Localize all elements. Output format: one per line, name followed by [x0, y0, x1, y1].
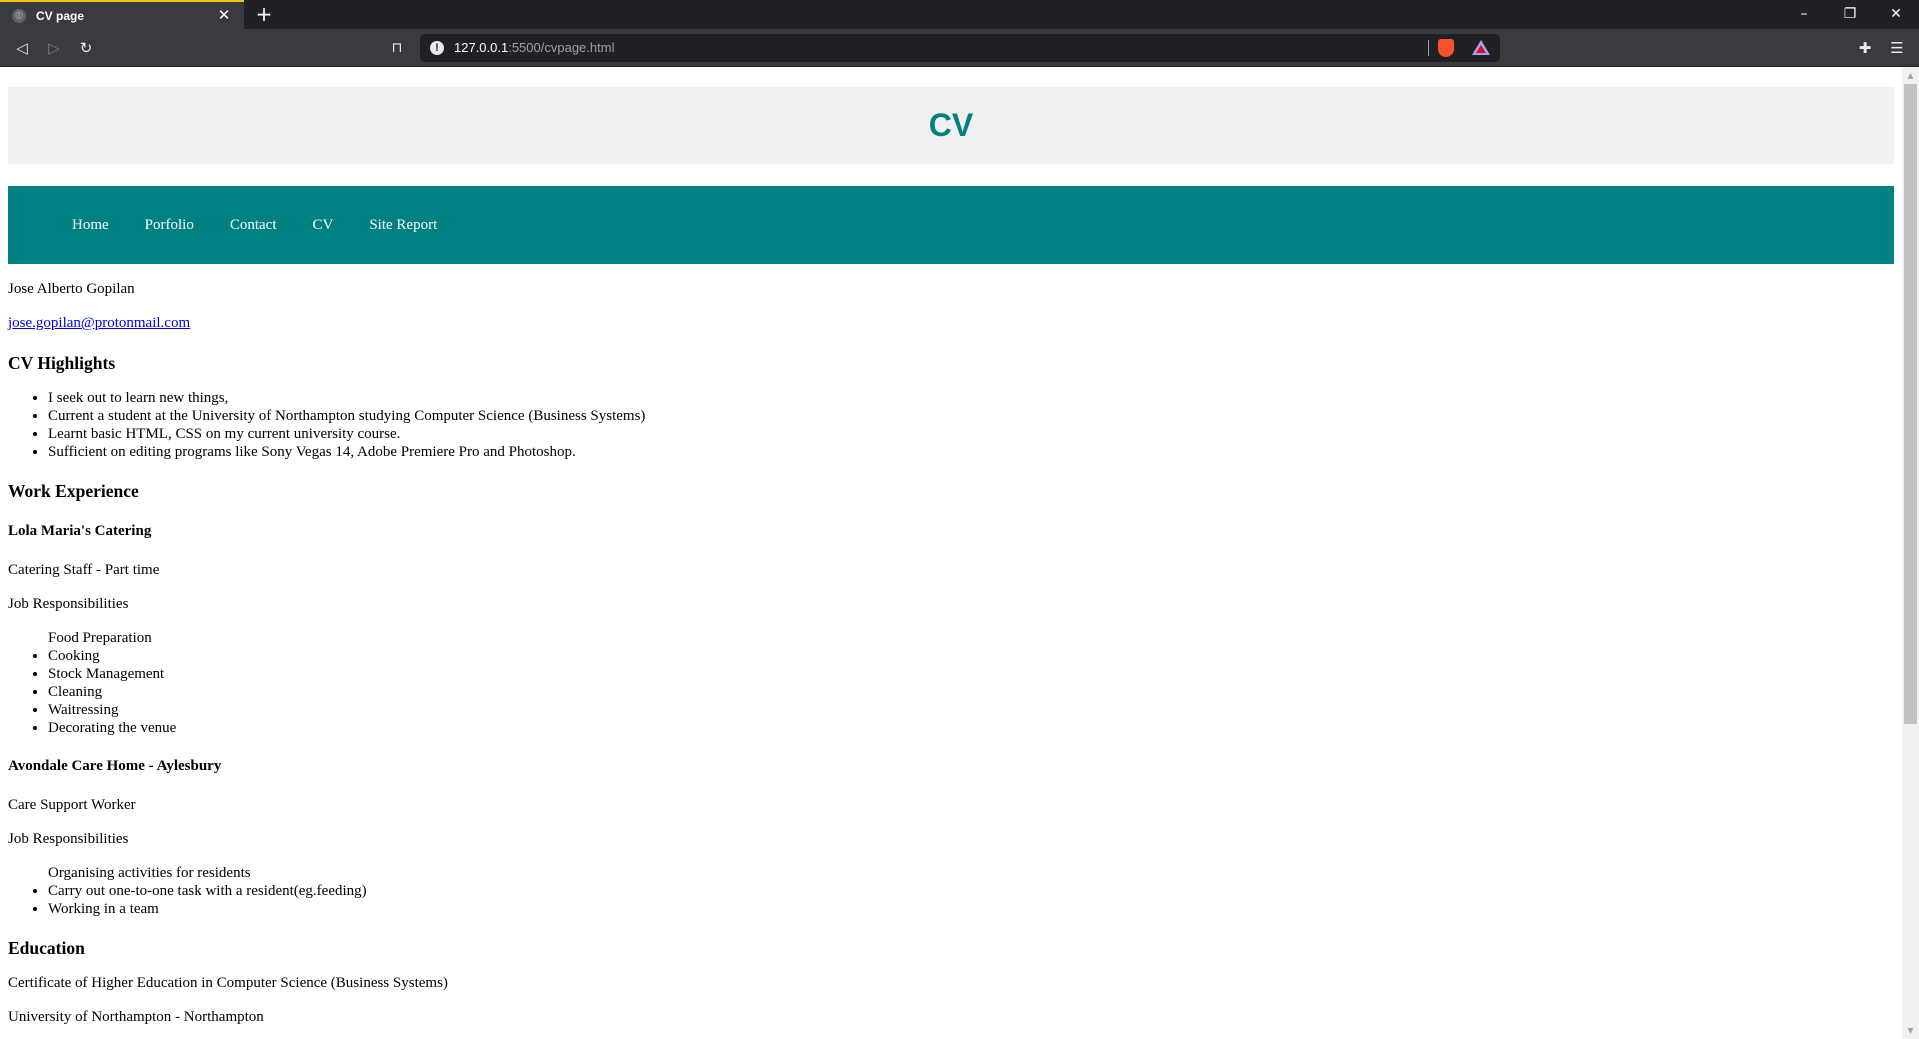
list-item: Cleaning — [48, 683, 1894, 701]
nav-link-portfolio[interactable]: Porfolio — [127, 217, 212, 234]
list-item: Sufficient on editing programs like Sony… — [48, 443, 1894, 461]
page-viewport: CV Home Porfolio Contact CV Site Report … — [0, 67, 1902, 1039]
nav-link-contact[interactable]: Contact — [212, 217, 295, 234]
list-item: Current a student at the University of N… — [48, 407, 1894, 425]
education-institution: University of Northampton - Northampton — [8, 1009, 264, 1025]
brave-rewards-icon[interactable] — [1472, 40, 1490, 55]
extensions-icon[interactable]: ✚ — [1852, 35, 1878, 61]
list-item: Waitressing — [48, 701, 1894, 719]
restore-button[interactable]: ❐ — [1827, 0, 1873, 29]
list-item: Organising activities for residents — [48, 865, 251, 881]
close-tab-icon[interactable]: ✕ — [214, 6, 234, 26]
address-bar[interactable]: ! 127.0.0.1:5500/cvpage.html — [420, 34, 1500, 62]
job-responsibilities-label: Job Responsibilities — [8, 596, 129, 612]
close-window-button[interactable]: ✕ — [1873, 0, 1919, 29]
list-item: Decorating the venue — [48, 719, 1894, 737]
scroll-up-icon[interactable]: ▲ — [1902, 67, 1919, 84]
nav-link-cv[interactable]: CV — [295, 217, 352, 234]
new-tab-button[interactable]: + — [252, 2, 276, 26]
cv-page: CV Home Porfolio Contact CV Site Report … — [0, 87, 1902, 1027]
nav-link-home[interactable]: Home — [54, 217, 127, 234]
highlights-heading: CV Highlights — [8, 353, 116, 373]
education-qualification: Certificate of Higher Education in Compu… — [8, 975, 448, 991]
page-scrollbar[interactable]: ▲ ▼ — [1902, 67, 1919, 1039]
address-divider — [1428, 40, 1429, 56]
nav-link-site-report[interactable]: Site Report — [351, 217, 455, 234]
work-experience-heading: Work Experience — [8, 481, 139, 501]
bookmark-icon[interactable]: ⊓ — [386, 35, 408, 61]
page-title: CV — [928, 107, 974, 143]
job-employer: Avondale Care Home - Aylesbury — [8, 758, 222, 774]
brave-shields-icon[interactable] — [1438, 39, 1454, 57]
scroll-down-icon[interactable]: ▼ — [1902, 1022, 1919, 1039]
active-tab[interactable]: ◍ CV page ✕ — [0, 0, 244, 29]
globe-icon: ◍ — [12, 8, 26, 23]
job-responsibilities-list: Food Preparation Cooking Stock Managemen… — [8, 629, 1894, 737]
job-role: Catering Staff - Part time — [8, 562, 160, 578]
tab-strip: ◍ CV page ✕ + – ❐ ✕ — [0, 0, 1919, 29]
url-text: 127.0.0.1:5500/cvpage.html — [454, 34, 614, 62]
minimize-button[interactable]: – — [1781, 0, 1827, 29]
job-employer: Lola Maria's Catering — [8, 523, 152, 539]
url-host: 127.0.0.1 — [454, 40, 509, 55]
email-link[interactable]: jose.gopilan@protonmail.com — [8, 315, 190, 331]
email-paragraph: jose.gopilan@protonmail.com — [8, 314, 1894, 333]
reload-button[interactable]: ↻ — [73, 35, 99, 61]
scrollbar-thumb[interactable] — [1904, 84, 1917, 724]
highlights-list: I seek out to learn new things, Current … — [8, 389, 1894, 461]
cv-content: Jose Alberto Gopilan jose.gopilan@proton… — [8, 280, 1894, 1027]
job-responsibilities-list: Organising activities for residents Carr… — [8, 864, 1894, 918]
list-item: Cooking — [48, 647, 1894, 665]
education-heading: Education — [8, 938, 85, 958]
menu-icon[interactable]: ☰ — [1884, 35, 1910, 61]
url-path: :5500/cvpage.html — [508, 40, 615, 55]
site-info-icon[interactable]: ! — [430, 41, 444, 55]
list-item: Working in a team — [48, 900, 1894, 918]
job-role: Care Support Worker — [8, 797, 136, 813]
forward-button[interactable]: ▷ — [41, 35, 67, 61]
list-item: Learnt basic HTML, CSS on my current uni… — [48, 425, 1894, 443]
job-responsibilities-label: Job Responsibilities — [8, 831, 129, 847]
list-item: Stock Management — [48, 665, 1894, 683]
page-header: CV — [8, 87, 1894, 164]
list-item: Food Preparation — [48, 630, 152, 646]
main-nav: Home Porfolio Contact CV Site Report — [8, 186, 1894, 264]
person-name: Jose Alberto Gopilan — [8, 281, 135, 297]
list-item: I seek out to learn new things, — [48, 389, 1894, 407]
list-item: Carry out one-to-one task with a residen… — [48, 882, 1894, 900]
tab-title: CV page — [36, 8, 85, 23]
browser-toolbar: ◁ ▷ ↻ ⊓ ! 127.0.0.1:5500/cvpage.html ✚ ☰ — [0, 29, 1919, 67]
back-button[interactable]: ◁ — [9, 35, 35, 61]
